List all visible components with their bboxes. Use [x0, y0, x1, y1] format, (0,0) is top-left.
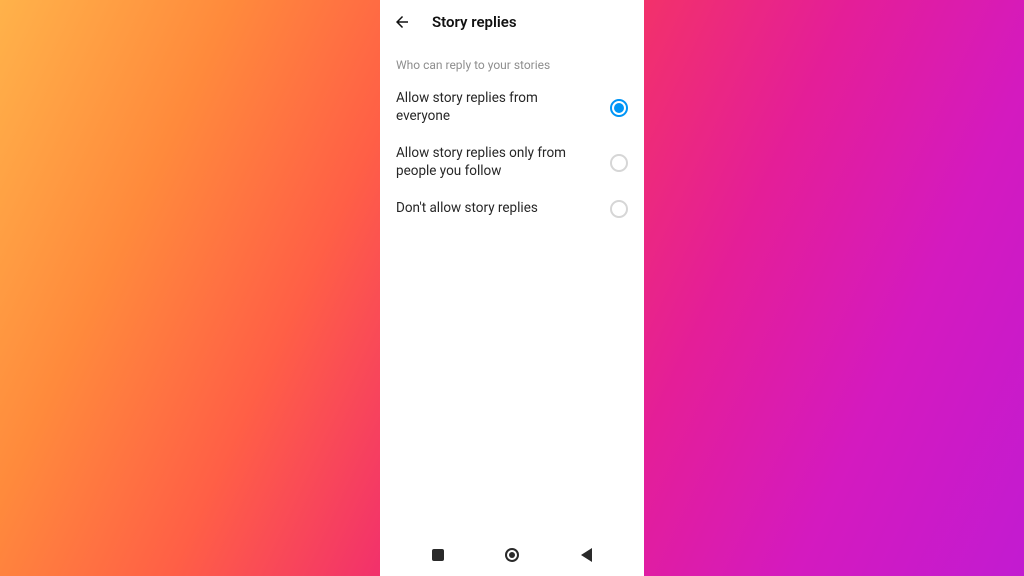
arrow-left-icon [393, 13, 411, 31]
radio-icon [610, 200, 628, 218]
radio-icon [610, 99, 628, 117]
back-button[interactable] [392, 12, 412, 32]
nav-back-button[interactable] [578, 547, 594, 563]
page-title: Story replies [432, 13, 517, 31]
header-bar: Story replies [380, 0, 644, 44]
nav-recents-button[interactable] [430, 547, 446, 563]
android-navbar [380, 538, 644, 576]
radio-icon [610, 154, 628, 172]
triangle-left-icon [581, 548, 592, 562]
option-everyone[interactable]: Allow story replies from everyone [380, 80, 644, 135]
option-following[interactable]: Allow story replies only from people you… [380, 135, 644, 190]
phone-frame: Story replies Who can reply to your stor… [380, 0, 644, 576]
nav-home-button[interactable] [504, 547, 520, 563]
circle-icon [505, 548, 519, 562]
option-label: Allow story replies only from people you… [396, 145, 598, 180]
section-label: Who can reply to your stories [380, 44, 644, 80]
option-label: Don't allow story replies [396, 200, 598, 218]
option-label: Allow story replies from everyone [396, 90, 598, 125]
option-none[interactable]: Don't allow story replies [380, 190, 644, 228]
square-icon [432, 549, 444, 561]
